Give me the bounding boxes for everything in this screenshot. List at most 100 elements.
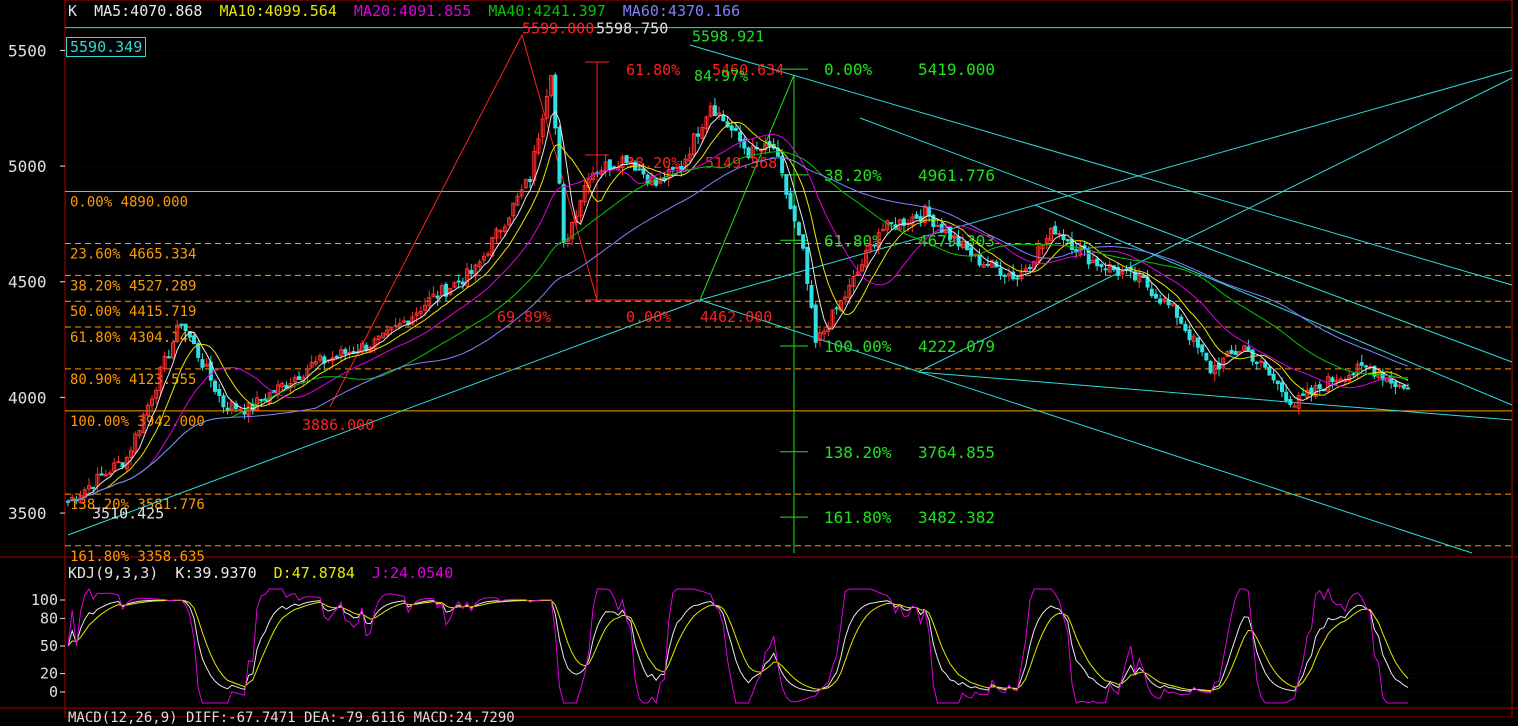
wave-label: 84.97% [694, 67, 748, 85]
candle-body [670, 166, 675, 170]
candle-body [1246, 346, 1251, 351]
candle-body [801, 234, 806, 249]
wave-label: 0.00% [626, 308, 671, 326]
fibo-fan-value: 4961.776 [918, 166, 995, 185]
kdj-y-tick-label: 80 [40, 609, 58, 627]
wave-label: 4462.000 [700, 308, 772, 326]
candle-body [1149, 288, 1154, 297]
candle-body [334, 355, 339, 358]
candle-body [498, 230, 503, 233]
candle-body [805, 246, 810, 284]
candle-body [985, 263, 990, 266]
candle-body [225, 407, 230, 411]
candle-body [1254, 361, 1259, 364]
candle-body [217, 389, 222, 396]
candle-body [607, 159, 612, 170]
kdj-y-tick-label: 50 [40, 637, 58, 655]
candle-body [872, 244, 877, 247]
y-tick-label: 5000 [8, 157, 47, 176]
candle-body [1195, 337, 1200, 348]
fibo-fan-label: 100.00% [824, 337, 892, 356]
candle-body [796, 222, 801, 236]
candle-body [1179, 316, 1184, 324]
candle-body [242, 411, 247, 415]
fibo-level-label: 38.20% 4527.289 [70, 278, 196, 294]
fibo-fan-value: 3764.855 [918, 443, 995, 462]
candle-body [259, 398, 264, 402]
candle-body [1359, 362, 1364, 366]
candle-body [1309, 387, 1314, 395]
ma40-value: MA40:4241.397 [488, 2, 606, 20]
candle-body [1200, 344, 1205, 353]
fibo-level-label: 80.90% 4123.555 [70, 372, 196, 388]
fibo-fan-label: 61.80% [824, 231, 882, 250]
high-point-label: 5598.750 [596, 20, 668, 38]
candle-body [435, 295, 440, 299]
candle-body [969, 247, 974, 257]
candle-body [1158, 298, 1163, 304]
ma10-value: MA10:4099.564 [219, 2, 337, 20]
candle-body [1015, 277, 1020, 280]
candle-body [1187, 329, 1192, 341]
candle-body [1141, 275, 1146, 279]
candle-body [179, 323, 184, 326]
candle-body [809, 285, 814, 308]
candle-body [1065, 239, 1070, 242]
candle-body [200, 359, 205, 368]
fibo-fan-value: 5419.000 [918, 60, 995, 79]
candle-body [393, 324, 398, 327]
candle-body [792, 205, 797, 222]
candle-body [116, 461, 121, 464]
fibo-fan-label: 0.00% [824, 60, 873, 79]
candle-body [120, 462, 125, 468]
candle-body [192, 335, 197, 345]
candle-body [213, 380, 218, 392]
chart-canvas[interactable]: 5500 5000 4500 4000 3500 10080 50 200 0.00% 4890… [0, 0, 1518, 717]
candle-body [343, 349, 348, 355]
kline-header: K MA5:4070.868 MA10:4099.564 MA20:4091.8… [68, 2, 748, 20]
wave-label: 5599.000 [522, 20, 594, 38]
fibo-level-label: 100.00% 3942.000 [70, 414, 205, 430]
kdj-name: KDJ(9,3,3) [68, 564, 159, 582]
candle-body [1099, 264, 1104, 268]
y-tick-label: 3500 [8, 504, 47, 523]
candle-body [1174, 305, 1179, 318]
symbol-label: K [68, 2, 78, 20]
candle-body [956, 236, 961, 247]
candle-body [1330, 377, 1335, 383]
wave-label: 3886.000 [302, 416, 374, 434]
fibo-level-label: 50.00% 4415.719 [70, 304, 196, 320]
fibo-fan-label: 161.80% [824, 508, 892, 527]
candle-body [456, 280, 461, 283]
candle-body [1271, 373, 1276, 381]
candle-body [712, 105, 717, 117]
candle-body [641, 168, 646, 175]
y-tick-label: 4000 [8, 388, 47, 407]
ma20-value: MA20:4091.855 [353, 2, 472, 20]
candle-body [347, 351, 352, 354]
price-box-value: 5590.349 [70, 38, 143, 56]
candle-body [221, 395, 226, 408]
candle-body [528, 179, 533, 182]
candle-body [469, 270, 474, 275]
fibo-fan-value: 4222.079 [918, 337, 995, 356]
macd-header: MACD(12,26,9) DIFF:-67.7471 DEA:-79.6116… [68, 710, 523, 726]
candle-body [1263, 361, 1268, 368]
candle-body [460, 281, 465, 285]
kdj-y-tick-label: 0 [49, 683, 58, 701]
ma60-value: MA60:4370.166 [622, 2, 741, 20]
candle-body [1183, 323, 1188, 331]
candle-body [1288, 399, 1293, 405]
candle-body [297, 376, 302, 380]
candle-body [624, 155, 629, 164]
candle-body [1267, 366, 1272, 376]
candle-body [721, 114, 726, 122]
candle-body [696, 133, 701, 137]
wave-line [329, 33, 700, 408]
candle-body [1229, 349, 1234, 355]
candle-body [1258, 360, 1263, 363]
candle-body [1317, 384, 1322, 390]
candle-body [1300, 393, 1305, 396]
candle-body [784, 174, 789, 195]
wave-label: 61.80% [626, 61, 680, 79]
